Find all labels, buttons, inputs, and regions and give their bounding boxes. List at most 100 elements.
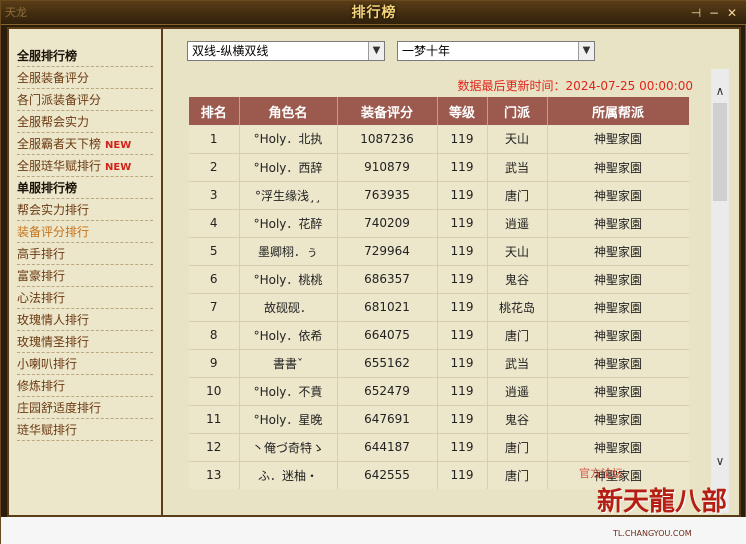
sidebar-item[interactable]: 全服霸者天下榜 NEW: [17, 133, 153, 155]
sidebar-item-label: 全服排行榜: [17, 49, 78, 63]
sidebar-item-label: 修炼排行: [17, 379, 66, 393]
table-cell: 天山: [487, 237, 548, 266]
table-cell: °Holy．依希: [239, 321, 338, 350]
sidebar-list: 全服排行榜全服装备评分 各门派装备评分 全服帮会实力全服霸者天下榜 NEW 全服琏华赋排…: [9, 29, 161, 441]
table-cell: 10: [189, 377, 240, 406]
sidebar-item[interactable]: 帮会实力排行: [17, 199, 153, 221]
column-header: 所属帮派: [547, 97, 689, 125]
table-cell: 686357: [337, 265, 438, 294]
table-row[interactable]: 5 墨卿栩．ぅ 729964 119 天山 神聖家園: [189, 237, 689, 266]
chevron-down-icon[interactable]: ▼: [368, 42, 384, 60]
table-row[interactable]: 7 故砚砚． 681021 119 桃花岛 神聖家園: [189, 293, 689, 322]
table-row[interactable]: 3 °浮生缘浅¸¸ 763935 119 唐门 神聖家園: [189, 181, 689, 210]
sidebar-item-label: 全服装备评分: [17, 71, 90, 85]
table-cell: 119: [437, 237, 488, 266]
table-cell: °浮生缘浅¸¸: [239, 181, 338, 210]
watermark-url-text: TL.CHANGYOU.COM: [613, 529, 692, 538]
table-cell: 8: [189, 321, 240, 350]
table-scrollbar[interactable]: ∧ ∨: [711, 69, 729, 513]
server-select[interactable]: 双线-纵横双线 ▼: [187, 41, 385, 61]
table-cell: 1: [189, 125, 240, 154]
table-cell: 丶俺づ奇特ゝ: [239, 433, 338, 462]
close-button[interactable]: ✕: [725, 4, 739, 22]
table-cell: 119: [437, 125, 488, 154]
table-cell: 唐门: [487, 461, 548, 489]
table-cell: 740209: [337, 209, 438, 238]
table-row[interactable]: 1 °Holy．北执 1087236 119 天山 神聖家園: [189, 125, 689, 154]
table-header-row: 排名 角色名 装备评分 等级 门派 所属帮派: [189, 97, 689, 125]
sidebar-item[interactable]: 玫瑰情人排行: [17, 309, 153, 331]
table-cell: 唐门: [487, 321, 548, 350]
table-cell: 119: [437, 209, 488, 238]
sidebar-section-header: 单服排行榜: [17, 177, 153, 199]
column-header: 排名: [189, 97, 240, 125]
sidebar-item[interactable]: 富豪排行: [17, 265, 153, 287]
chevron-down-icon[interactable]: ▼: [578, 42, 594, 60]
column-header: 装备评分: [337, 97, 438, 125]
realm-select-value: 一梦十年: [402, 44, 451, 58]
table-cell: 729964: [337, 237, 438, 266]
scroll-thumb[interactable]: [713, 103, 727, 201]
table-cell: 12: [189, 433, 240, 462]
table-cell: 119: [437, 181, 488, 210]
table-cell: 119: [437, 321, 488, 350]
sidebar-item[interactable]: 庄园舒适度排行: [17, 397, 153, 419]
sidebar-item[interactable]: 全服帮会实力: [17, 111, 153, 133]
sidebar-item-label: 全服霸者天下榜: [17, 137, 102, 151]
table-cell: °Holy．北执: [239, 125, 338, 154]
table-body: 1 °Holy．北执 1087236 119 天山 神聖家園 2 °Holy．西辞 910879…: [189, 125, 689, 489]
table-cell: 7: [189, 293, 240, 322]
table-cell: 664075: [337, 321, 438, 350]
table-cell: 119: [437, 153, 488, 182]
table-cell: 119: [437, 293, 488, 322]
table-row[interactable]: 2 °Holy．西辞 910879 119 武当 神聖家園: [189, 153, 689, 182]
table-row[interactable]: 8 °Holy．依希 664075 119 唐门 神聖家園: [189, 321, 689, 350]
minimize-button[interactable]: −: [707, 4, 721, 22]
column-header: 等级: [437, 97, 488, 125]
scroll-up-button[interactable]: ∧: [711, 83, 729, 99]
sidebar-item-label: 装备评分排行: [17, 225, 90, 239]
ranking-category-sidebar: 全服排行榜全服装备评分 各门派装备评分 全服帮会实力全服霸者天下榜 NEW 全服琏华赋排…: [9, 29, 163, 515]
table-cell: 神聖家園: [547, 405, 689, 434]
table-cell: 神聖家園: [547, 125, 689, 154]
pin-button[interactable]: ⊣: [689, 4, 703, 22]
table-cell: °Holy．桃桃: [239, 265, 338, 294]
table-cell: 神聖家園: [547, 209, 689, 238]
table-row[interactable]: 9 書書ˇ 655162 119 武当 神聖家園: [189, 349, 689, 378]
table-cell: 神聖家園: [547, 153, 689, 182]
table-cell: 鬼谷: [487, 265, 548, 294]
realm-select[interactable]: 一梦十年 ▼: [397, 41, 595, 61]
table-row[interactable]: 10 °Holy．不賁 652479 119 逍遥 神聖家園: [189, 377, 689, 406]
sidebar-item[interactable]: 小喇叭排行: [17, 353, 153, 375]
sidebar-item[interactable]: 全服琏华赋排行 NEW: [17, 155, 153, 177]
ranking-window: 天龙 排行榜 ⊣ − ✕ 全服排行榜 全服装备评分 各门派装备评分 全服帮会实力 全服霸…: [0, 0, 746, 544]
table-cell: 681021: [337, 293, 438, 322]
sidebar-item-label: 各门派装备评分: [17, 93, 102, 107]
sidebar-item[interactable]: 高手排行: [17, 243, 153, 265]
title-bar[interactable]: 天龙 排行榜 ⊣ − ✕: [1, 1, 746, 25]
column-header: 门派: [487, 97, 548, 125]
table-cell: 647691: [337, 405, 438, 434]
sidebar-item[interactable]: 琏华赋排行: [17, 419, 153, 441]
sidebar-item[interactable]: 各门派装备评分: [17, 89, 153, 111]
sidebar-item-label: 玫瑰情人排行: [17, 313, 90, 327]
sidebar-item-label: 高手排行: [17, 247, 66, 261]
sidebar-item-label: 全服帮会实力: [17, 115, 90, 129]
sidebar-item[interactable]: 玫瑰情圣排行: [17, 331, 153, 353]
sidebar-item[interactable]: 心法排行: [17, 287, 153, 309]
table-cell: 119: [437, 265, 488, 294]
table-cell: 2: [189, 153, 240, 182]
table-row[interactable]: 6 °Holy．桃桃 686357 119 鬼谷 神聖家園: [189, 265, 689, 294]
table-cell: 書書ˇ: [239, 349, 338, 378]
sidebar-item[interactable]: 装备评分排行: [17, 221, 153, 243]
table-row[interactable]: 4 °Holy．花醉 740209 119 逍遥 神聖家園: [189, 209, 689, 238]
watermark-forum-text: 官方论坛: [579, 467, 623, 480]
sidebar-item[interactable]: 修炼排行: [17, 375, 153, 397]
sidebar-item[interactable]: 全服装备评分: [17, 67, 153, 89]
sidebar-item-label: 帮会实力排行: [17, 203, 90, 217]
sidebar-item-label: 单服排行榜: [17, 181, 78, 195]
table-cell: 119: [437, 349, 488, 378]
main-panel: 双线-纵横双线 ▼ 一梦十年 ▼ 数据最后更新时间：2024-07-25 00:…: [165, 29, 739, 515]
content-frame: 全服排行榜全服装备评分 各门派装备评分 全服帮会实力全服霸者天下榜 NEW 全服琏华赋排…: [7, 27, 741, 517]
table-row[interactable]: 11 °Holy．星晚 647691 119 鬼谷 神聖家園: [189, 405, 689, 434]
